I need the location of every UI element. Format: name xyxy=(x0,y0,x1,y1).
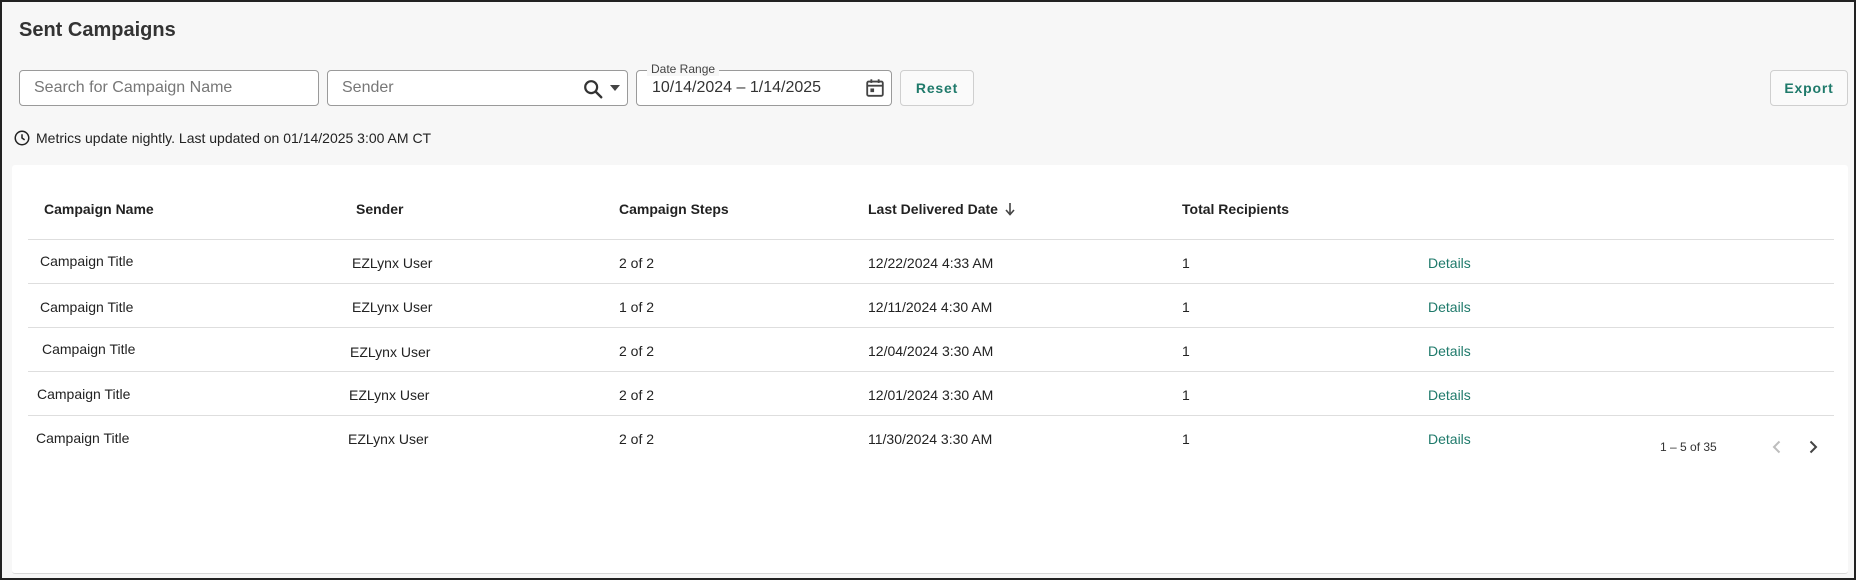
column-header-campaign-steps[interactable]: Campaign Steps xyxy=(619,201,729,217)
chevron-right-icon xyxy=(1809,440,1818,454)
metrics-note: Metrics update nightly. Last updated on … xyxy=(13,129,431,147)
steps-cell: 2 of 2 xyxy=(619,343,655,359)
row-divider xyxy=(28,415,1834,416)
details-link[interactable]: Details xyxy=(1428,343,1471,359)
sender-cell: EZLynx User xyxy=(349,387,430,403)
recipients-cell: 1 xyxy=(1182,255,1190,271)
metrics-note-text: Metrics update nightly. Last updated on … xyxy=(36,130,432,146)
column-header-total-recipients[interactable]: Total Recipients xyxy=(1182,201,1289,217)
column-header-sender[interactable]: Sender xyxy=(356,201,403,217)
steps-cell: 2 of 2 xyxy=(619,431,655,447)
row-divider xyxy=(28,283,1834,284)
recipients-cell: 1 xyxy=(1182,299,1190,315)
campaign-search-input[interactable] xyxy=(34,71,273,105)
date-range-value[interactable]: 10/14/2024 – 1/14/2025 xyxy=(652,79,821,97)
campaign-name-cell: Campaign Title xyxy=(42,341,136,357)
page-title: Sent Campaigns xyxy=(19,19,176,41)
next-page-button[interactable] xyxy=(1801,435,1825,459)
chevron-down-icon[interactable] xyxy=(610,85,620,91)
sender-select[interactable] xyxy=(327,70,628,106)
recipients-cell: 1 xyxy=(1182,387,1190,403)
steps-cell: 2 of 2 xyxy=(619,255,655,271)
export-button[interactable]: Export xyxy=(1770,70,1848,106)
steps-cell: 2 of 2 xyxy=(619,387,655,403)
sender-cell: EZLynx User xyxy=(352,299,433,315)
sender-input[interactable] xyxy=(342,71,572,105)
arrow-down-icon[interactable] xyxy=(1004,202,1016,216)
row-divider xyxy=(28,239,1834,240)
last-delivered-cell: 12/11/2024 4:30 AM xyxy=(868,299,993,315)
recipients-cell: 1 xyxy=(1182,431,1190,447)
pagination-label: 1 – 5 of 35 xyxy=(1660,440,1717,454)
campaign-search-field[interactable] xyxy=(19,70,319,106)
recipients-cell: 1 xyxy=(1182,343,1190,359)
details-link[interactable]: Details xyxy=(1428,387,1471,403)
details-link[interactable]: Details xyxy=(1428,299,1471,315)
campaign-name-cell: Campaign Title xyxy=(40,253,134,269)
date-range-label: Date Range xyxy=(647,62,720,76)
search-icon[interactable] xyxy=(582,78,604,100)
last-delivered-cell: 11/30/2024 3:30 AM xyxy=(868,431,993,447)
campaign-name-cell: Campaign Title xyxy=(40,299,134,315)
previous-page-button[interactable] xyxy=(1765,435,1789,459)
sender-cell: EZLynx User xyxy=(352,255,433,271)
reset-button[interactable]: Reset xyxy=(900,70,974,106)
details-link[interactable]: Details xyxy=(1428,431,1471,447)
sender-cell: EZLynx User xyxy=(350,344,431,360)
sender-cell: EZLynx User xyxy=(348,431,429,447)
campaign-name-cell: Campaign Title xyxy=(37,386,131,402)
date-range-picker[interactable]: Date Range 10/14/2024 – 1/14/2025 xyxy=(636,62,892,106)
app-window: Sent Campaigns Date Range 10/14/2024 – 1… xyxy=(0,0,1856,580)
clock-icon xyxy=(14,130,30,146)
column-header-campaign-name[interactable]: Campaign Name xyxy=(44,201,154,217)
last-delivered-cell: 12/04/2024 3:30 AM xyxy=(868,343,994,359)
last-delivered-cell: 12/01/2024 3:30 AM xyxy=(868,387,994,403)
column-header-last-delivered-date[interactable]: Last Delivered Date xyxy=(868,201,1016,217)
campaign-name-cell: Campaign Title xyxy=(36,430,130,446)
campaigns-table: Campaign Name Sender Campaign Steps Last… xyxy=(12,165,1848,574)
last-delivered-cell: 12/22/2024 4:33 AM xyxy=(868,255,994,271)
row-divider xyxy=(28,371,1834,372)
row-divider xyxy=(28,327,1834,328)
calendar-icon[interactable] xyxy=(864,77,886,99)
steps-cell: 1 of 2 xyxy=(619,299,655,315)
chevron-left-icon xyxy=(1772,440,1781,454)
details-link[interactable]: Details xyxy=(1428,255,1471,271)
